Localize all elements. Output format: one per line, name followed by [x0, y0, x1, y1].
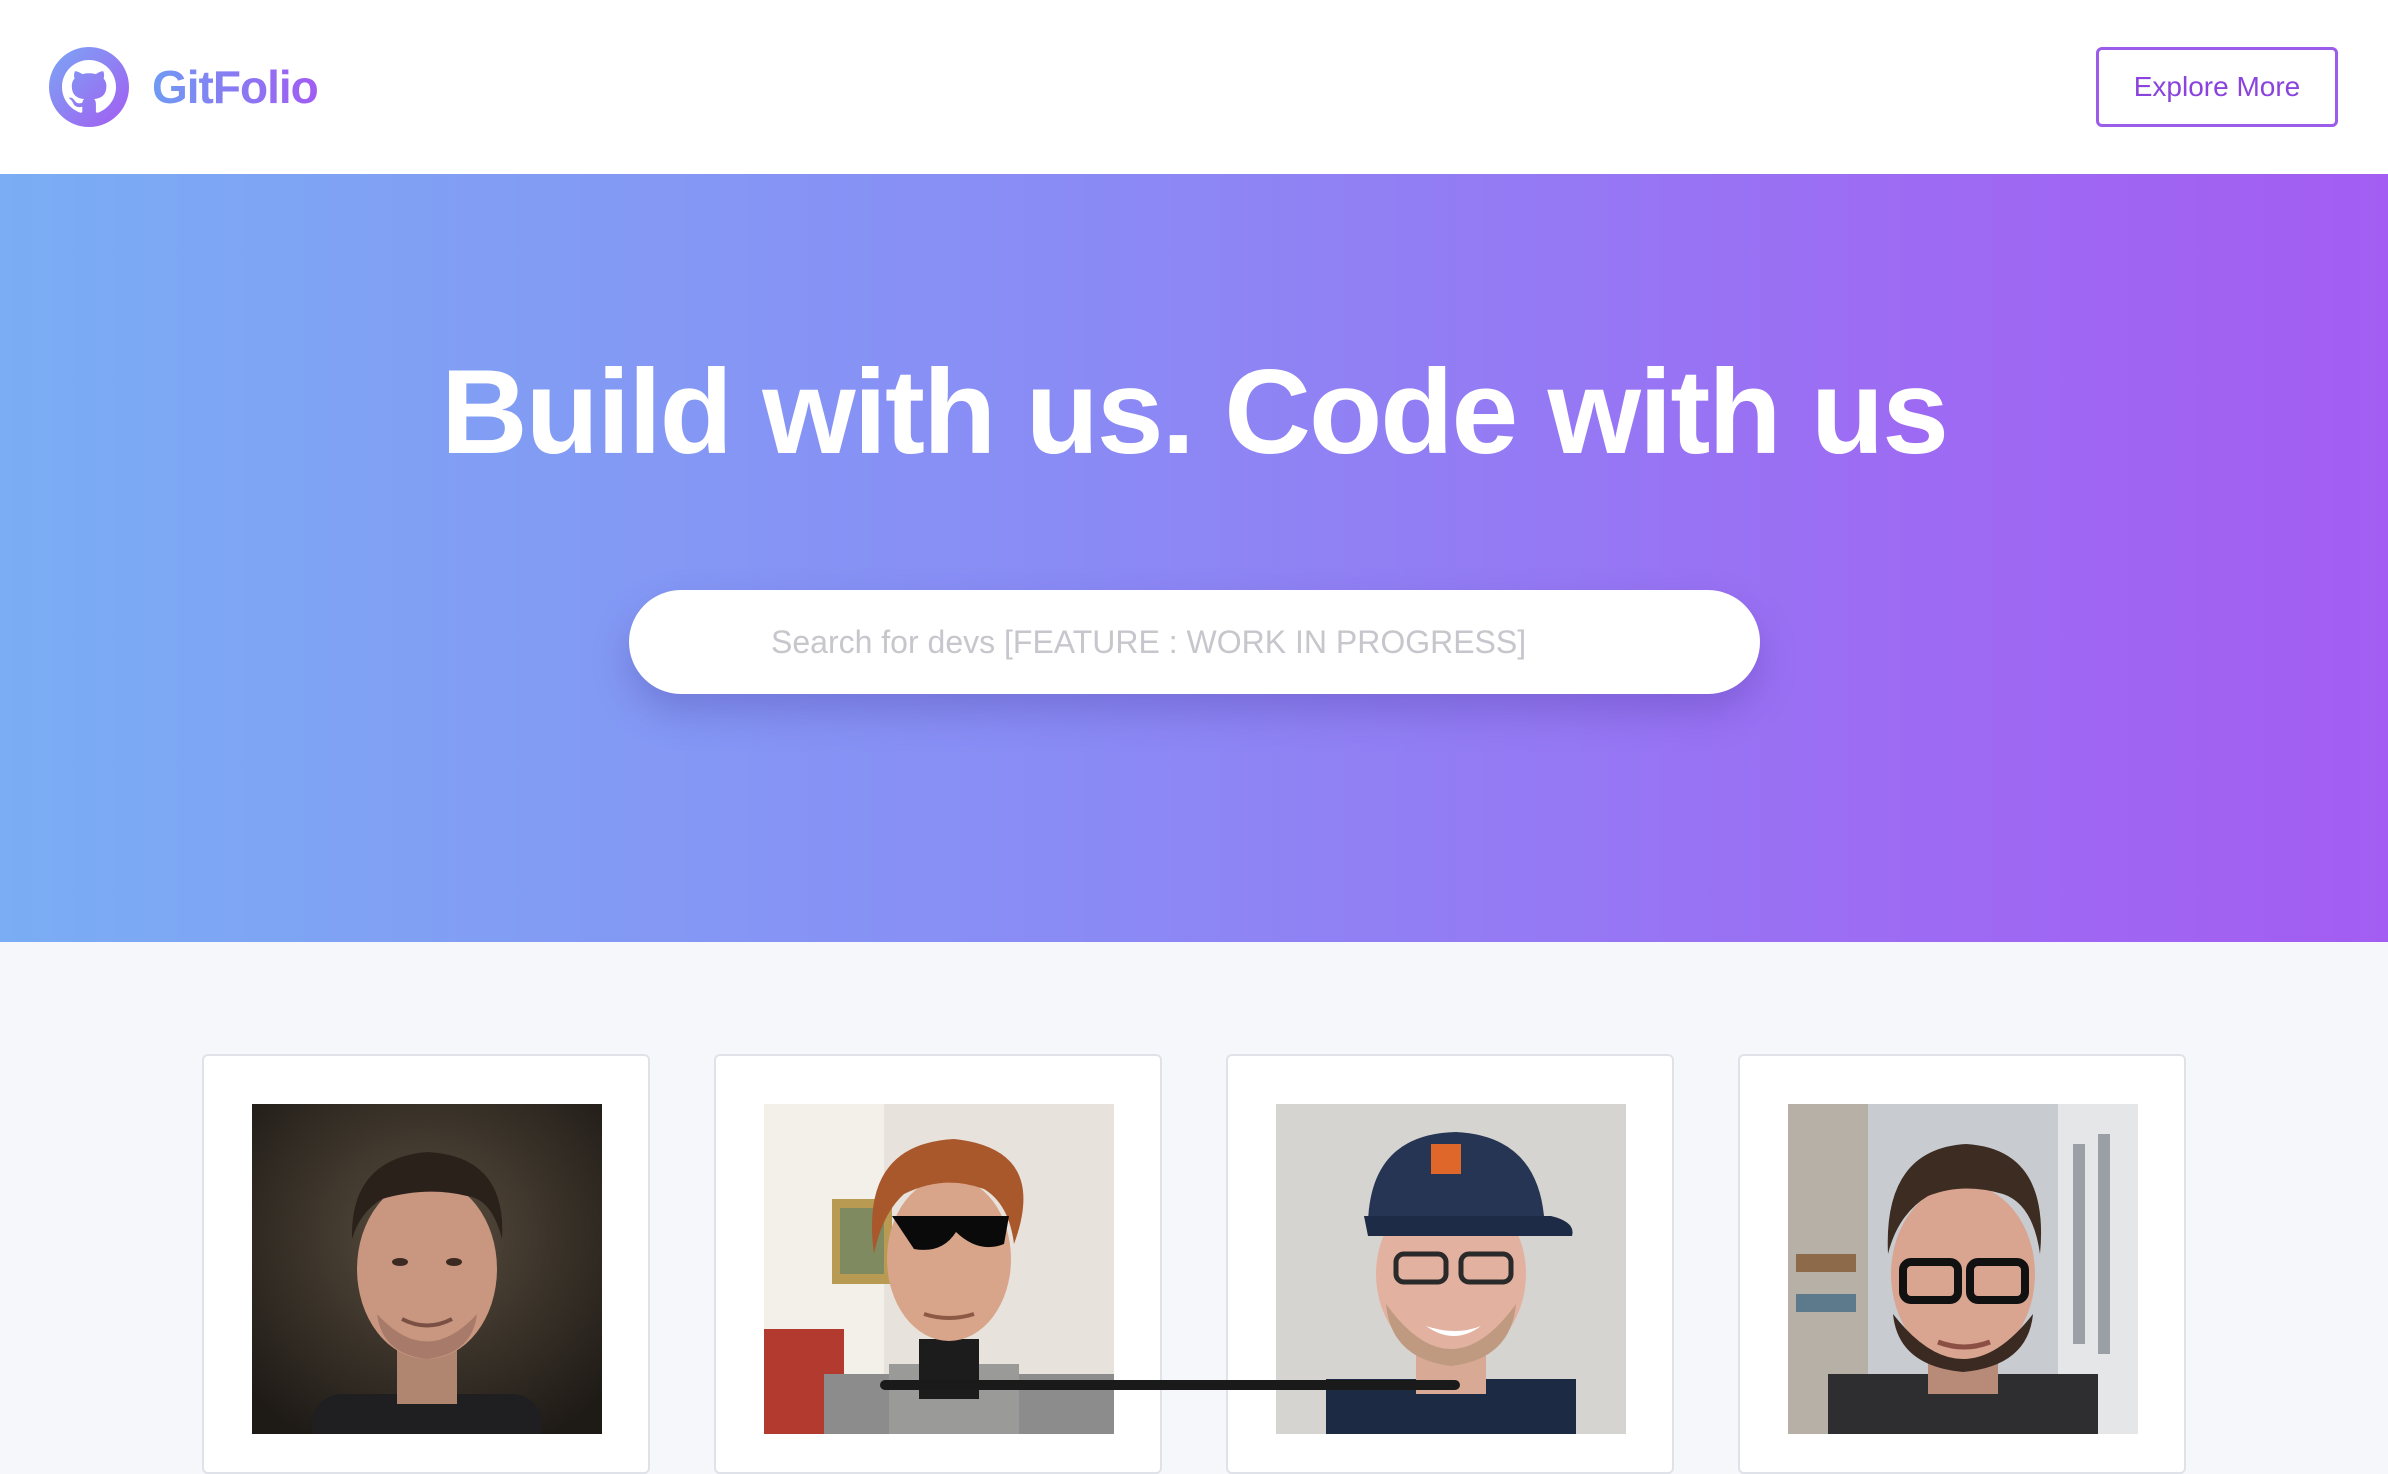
hero-title: Build with us. Code with us: [441, 345, 1949, 479]
github-logo-icon: [49, 47, 129, 127]
developer-card[interactable]: [1226, 1054, 1674, 1474]
search-bar: [629, 590, 1760, 694]
hero-section: Build with us. Code with us: [0, 174, 2388, 942]
developer-card[interactable]: [714, 1054, 1162, 1474]
search-input[interactable]: [629, 590, 1760, 694]
brand[interactable]: GitFolio: [48, 46, 319, 128]
explore-more-button[interactable]: Explore More: [2096, 47, 2338, 127]
developer-card[interactable]: [1738, 1054, 2186, 1474]
developer-photo: [1788, 1104, 2138, 1434]
developer-cards: [0, 942, 2388, 1474]
developer-card[interactable]: [202, 1054, 650, 1474]
home-indicator: [880, 1380, 1460, 1390]
developer-photo: [252, 1104, 602, 1434]
brand-name: GitFolio: [152, 61, 319, 113]
navbar: GitFolio Explore More: [0, 0, 2388, 174]
